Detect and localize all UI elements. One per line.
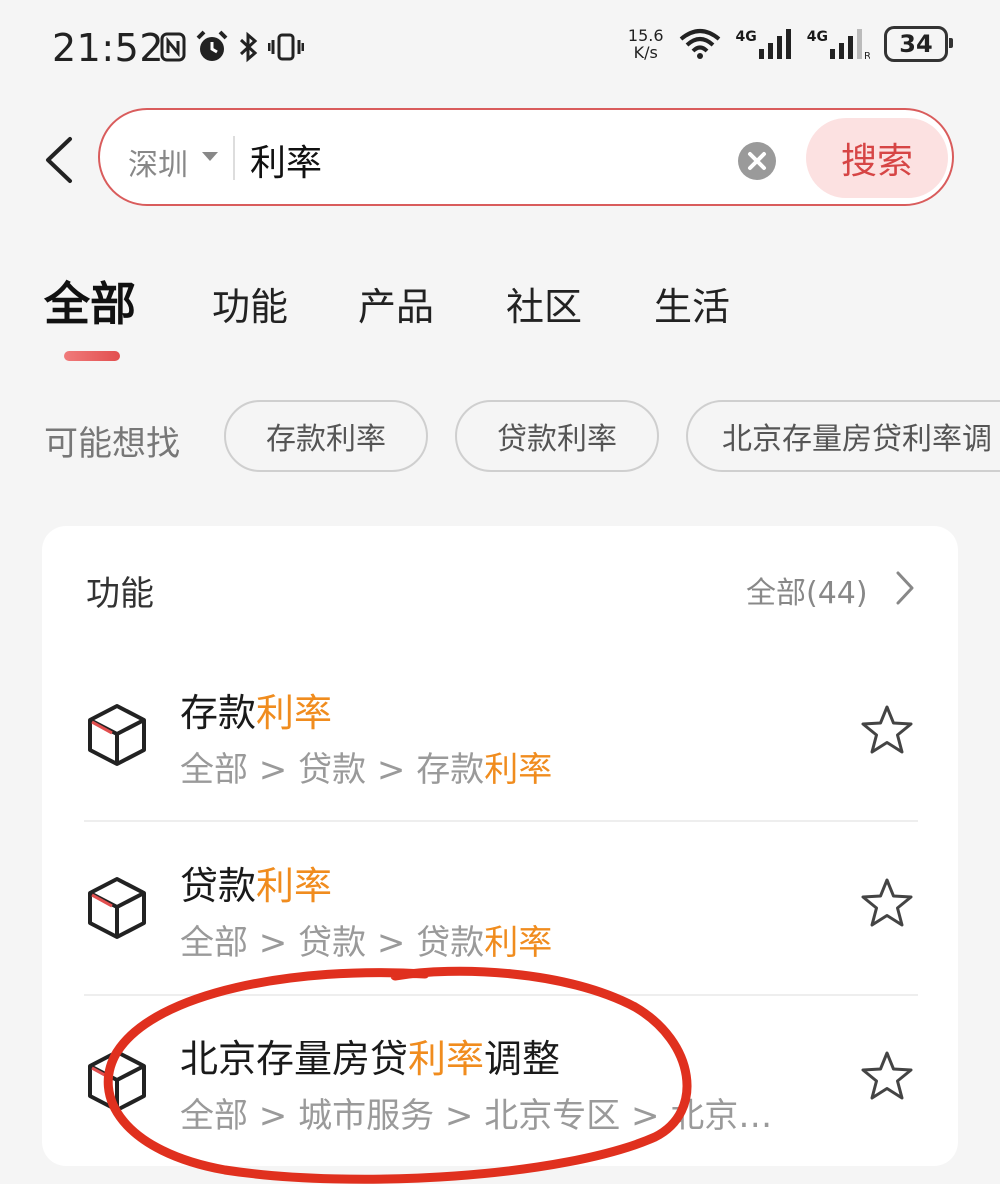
tab-function[interactable]: 功能 (212, 276, 288, 331)
network-type-1: 4G (735, 29, 757, 45)
wifi-icon (679, 29, 720, 59)
net-speed: 15.6 K/s (628, 27, 664, 61)
result-title-highlight: 利率 (256, 691, 333, 735)
tab-product[interactable]: 产品 (358, 276, 434, 331)
search-button[interactable]: 搜索 (806, 118, 948, 198)
net-speed-value: 15.6 (627, 26, 664, 45)
result-path-text: 全部 > 贷款 > 贷款 (180, 923, 485, 963)
search-input[interactable]: 利率 (250, 134, 322, 186)
tab-all[interactable]: 全部 (44, 268, 136, 334)
tab-community[interactable]: 社区 (506, 276, 582, 331)
net-speed-unit: K/s (633, 43, 658, 62)
result-title-text: 存款 (180, 691, 257, 735)
status-time: 21:52 (52, 26, 165, 70)
tab-life[interactable]: 生活 (654, 276, 730, 331)
result-path-highlight: 利率 (484, 750, 553, 790)
result-title[interactable]: 存款利率 (180, 682, 332, 737)
annotation-circle (103, 966, 692, 1184)
result-path: 全部 > 贷款 > 贷款利率 (180, 915, 552, 964)
network-type-2: 4G (806, 29, 828, 45)
section-title: 功能 (86, 574, 154, 614)
star-icon[interactable] (860, 704, 914, 756)
search-divider (233, 136, 235, 180)
svg-text:R: R (864, 51, 870, 59)
result-title-highlight: 利率 (256, 864, 333, 908)
back-arrow-icon[interactable] (40, 135, 80, 185)
signal-2: 4G R (807, 29, 870, 59)
suggestion-chip[interactable]: 贷款利率 (455, 400, 659, 472)
clear-icon[interactable] (738, 142, 776, 180)
status-icons-left (160, 30, 304, 64)
bluetooth-icon (239, 31, 258, 63)
result-path: 全部 > 贷款 > 存款利率 (180, 742, 552, 791)
row-divider (84, 820, 918, 822)
result-path-highlight: 利率 (484, 923, 553, 963)
star-icon[interactable] (860, 1050, 914, 1102)
alarm-icon (196, 30, 228, 61)
suggestion-chip[interactable]: 北京存量房贷利率调 (686, 400, 1000, 472)
vibrate-icon (268, 33, 304, 61)
result-title[interactable]: 贷款利率 (180, 855, 332, 910)
cube-icon (88, 877, 146, 939)
signal-bars-r-icon: R (830, 29, 870, 59)
nfc-icon (160, 32, 186, 62)
city-selector[interactable]: 深圳 (128, 140, 188, 184)
result-title-text: 贷款 (180, 864, 257, 908)
suggestion-chip[interactable]: 存款利率 (224, 400, 428, 472)
result-path-text: 全部 > 贷款 > 存款 (180, 750, 485, 790)
signal-bars-icon (758, 29, 791, 59)
status-right: 15.6 K/s 4G 4G R 34 (628, 26, 953, 62)
battery-indicator: 34 (884, 26, 953, 62)
city-caret-icon[interactable] (202, 152, 218, 161)
signal-1: 4G (736, 29, 793, 59)
star-icon[interactable] (860, 877, 914, 929)
chevron-right-icon[interactable] (892, 568, 918, 608)
tab-indicator (64, 351, 120, 361)
view-all-link[interactable]: 全部(44) (746, 568, 868, 612)
suggestions-label: 可能想找 (44, 424, 180, 464)
cube-icon (88, 704, 146, 766)
